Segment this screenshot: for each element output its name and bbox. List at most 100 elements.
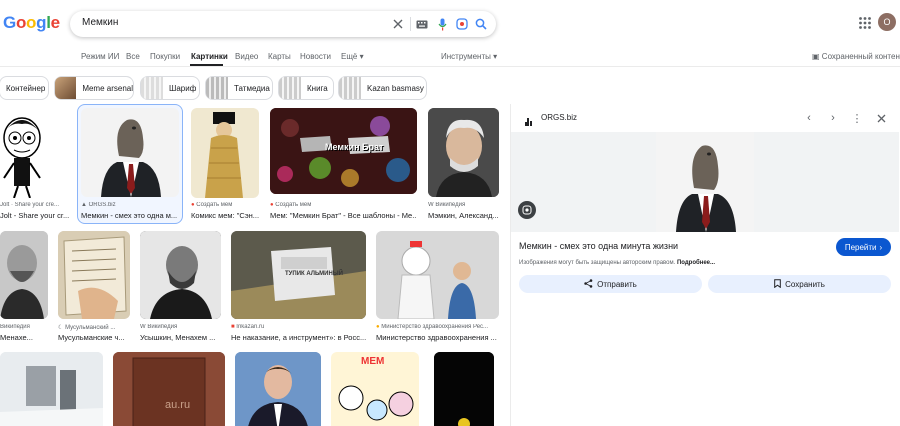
nav-divider bbox=[0, 66, 900, 67]
result-image bbox=[140, 231, 221, 319]
tab-all[interactable]: Все bbox=[126, 52, 140, 61]
lens-icon[interactable] bbox=[454, 16, 470, 32]
image-caption: ТУПИК АЛЬМИНЫЙ bbox=[285, 271, 343, 277]
chip-tatmedia[interactable]: Татмедиа bbox=[205, 76, 273, 100]
chevron-right-icon: › bbox=[879, 242, 883, 252]
copyright-text: Изображения могут быть защищены авторски… bbox=[519, 260, 676, 266]
save-button[interactable]: Сохранить bbox=[708, 275, 891, 293]
google-logo[interactable]: Google bbox=[3, 13, 60, 33]
result-title[interactable]: Не наказание, а инструмент»: в Росс... bbox=[231, 333, 366, 342]
tab-shopping[interactable]: Покупки bbox=[150, 52, 180, 61]
logo-letter: e bbox=[50, 13, 60, 32]
next-arrow-icon[interactable]: › bbox=[826, 111, 840, 125]
tab-news[interactable]: Новости bbox=[300, 52, 331, 61]
chip-thumbnail bbox=[141, 77, 163, 99]
result-title[interactable]: Министерство здравоохранения ... bbox=[376, 333, 499, 342]
chip-kazan-basmasy[interactable]: Kazan basmasy bbox=[338, 76, 427, 100]
result-title[interactable]: Комикс мем: "Сэн... bbox=[191, 211, 259, 220]
chip-thumbnail bbox=[55, 77, 77, 99]
result-source: ☾ Мусульманский ... bbox=[58, 324, 130, 331]
clear-icon[interactable] bbox=[390, 16, 406, 32]
result-source-label: ORGS.biz bbox=[88, 202, 116, 208]
result-image: au.ru bbox=[113, 352, 225, 426]
chip-book[interactable]: Книга bbox=[278, 76, 334, 100]
logo-letter: g bbox=[36, 13, 47, 32]
result-source-label: Википедия bbox=[147, 324, 178, 330]
favicon-icon: ▲ bbox=[81, 202, 87, 208]
result-title[interactable]: Мем: "Мемкин Брат" - Все шаблоны - Ме... bbox=[270, 211, 417, 220]
avatar[interactable]: О bbox=[878, 13, 896, 31]
result-source: ● Создать мем bbox=[270, 202, 417, 208]
result-image: ТУПИК АЛЬМИНЫЙ bbox=[231, 231, 366, 319]
result-title[interactable]: Jolt - Share your cr... bbox=[0, 211, 70, 220]
preview-image-area bbox=[511, 132, 899, 232]
search-icon[interactable] bbox=[473, 16, 489, 32]
share-button[interactable]: Отправить bbox=[519, 275, 702, 293]
result-source: ▲ ORGS.biz bbox=[81, 202, 179, 208]
result-image bbox=[81, 108, 179, 197]
chip-container[interactable]: Контейнер bbox=[0, 76, 49, 100]
keyboard-icon[interactable] bbox=[414, 16, 430, 32]
result-image bbox=[0, 231, 48, 319]
favicon-icon: ● bbox=[191, 202, 195, 208]
search-divider bbox=[410, 17, 411, 31]
result-source: Jolt · Share your cre... bbox=[0, 202, 60, 208]
tab-more-label: Ещё bbox=[341, 52, 358, 61]
chip-sharif[interactable]: Шариф bbox=[140, 76, 200, 100]
tab-ai-mode[interactable]: Режим ИИ bbox=[81, 52, 119, 61]
saved-content-label: Сохраненный контент bbox=[821, 52, 900, 61]
visit-button[interactable]: Перейти › bbox=[836, 238, 891, 256]
chip-thumbnail bbox=[339, 77, 361, 99]
saved-content-link[interactable]: ▣ Сохраненный контент bbox=[812, 52, 900, 61]
result-image bbox=[428, 108, 499, 197]
apps-grid-icon[interactable] bbox=[858, 16, 872, 30]
tab-images[interactable]: Картинки bbox=[191, 52, 228, 61]
chip-label: Книга bbox=[307, 83, 328, 93]
chip-label: Контейнер bbox=[6, 83, 46, 93]
result-image bbox=[0, 352, 103, 426]
chevron-down-icon: ▾ bbox=[359, 52, 364, 61]
result-source: Википедия bbox=[0, 324, 48, 330]
logo-letter: o bbox=[15, 13, 27, 32]
tab-maps[interactable]: Карты bbox=[268, 52, 291, 61]
tools-button[interactable]: Инструменты ▾ bbox=[441, 52, 497, 61]
chip-label: Татмедиа bbox=[234, 83, 270, 93]
copyright-notice: Изображения могут быть защищены авторски… bbox=[519, 260, 715, 266]
favicon-icon: ● bbox=[376, 324, 380, 330]
search-input[interactable]: Мемкин bbox=[82, 17, 118, 28]
result-source: ● Министерство здравоохранения Рес... bbox=[376, 324, 499, 330]
chip-label: Meme arsenal bbox=[82, 83, 133, 93]
favicon-icon: ☾ bbox=[58, 325, 64, 331]
result-title[interactable]: Усышкин, Менахем ... bbox=[140, 333, 221, 342]
previous-arrow-icon[interactable]: ‹ bbox=[802, 111, 816, 125]
more-info-link[interactable]: Подробнее... bbox=[677, 260, 715, 266]
result-source-label: Создать мем bbox=[196, 202, 233, 208]
preview-image[interactable] bbox=[656, 132, 754, 232]
search-box[interactable]: Мемкин bbox=[70, 11, 496, 37]
microphone-icon[interactable] bbox=[434, 16, 450, 32]
result-source-label: Inkazan.ru bbox=[236, 324, 265, 330]
result-title[interactable]: Мусульманские ч... bbox=[58, 333, 130, 342]
result-image bbox=[191, 108, 259, 198]
tab-more[interactable]: Ещё ▾ bbox=[341, 52, 364, 61]
lens-search-button[interactable] bbox=[518, 201, 536, 219]
result-title[interactable]: Менахе... bbox=[0, 333, 48, 342]
site-name[interactable]: ORGS.biz bbox=[541, 113, 577, 122]
more-options-icon[interactable]: ⋮ bbox=[850, 111, 864, 125]
preview-title[interactable]: Мемкин - смех это одна минута жизни bbox=[519, 241, 678, 251]
result-source: W Википедия bbox=[140, 324, 221, 330]
image-caption: Мемкин Брат bbox=[325, 142, 384, 152]
result-source-label: Мусульманский ... bbox=[65, 325, 116, 331]
tab-video[interactable]: Видео bbox=[235, 52, 258, 61]
bookmark-icon: ▣ bbox=[812, 52, 820, 61]
result-title[interactable]: Мэмкин, Александ... bbox=[428, 211, 499, 220]
result-title[interactable]: Мемкин - смех это одна м... bbox=[81, 211, 179, 220]
close-icon[interactable] bbox=[874, 111, 888, 125]
chip-label: Шариф bbox=[169, 83, 197, 93]
chip-label: Kazan basmasy bbox=[367, 83, 424, 93]
chip-meme-arsenal[interactable]: Meme arsenal bbox=[54, 76, 134, 100]
result-source: ■ Inkazan.ru bbox=[231, 324, 366, 330]
logo-letter: G bbox=[3, 13, 16, 32]
result-source-label: Википедия bbox=[0, 324, 30, 330]
wikipedia-icon: W bbox=[140, 324, 146, 330]
